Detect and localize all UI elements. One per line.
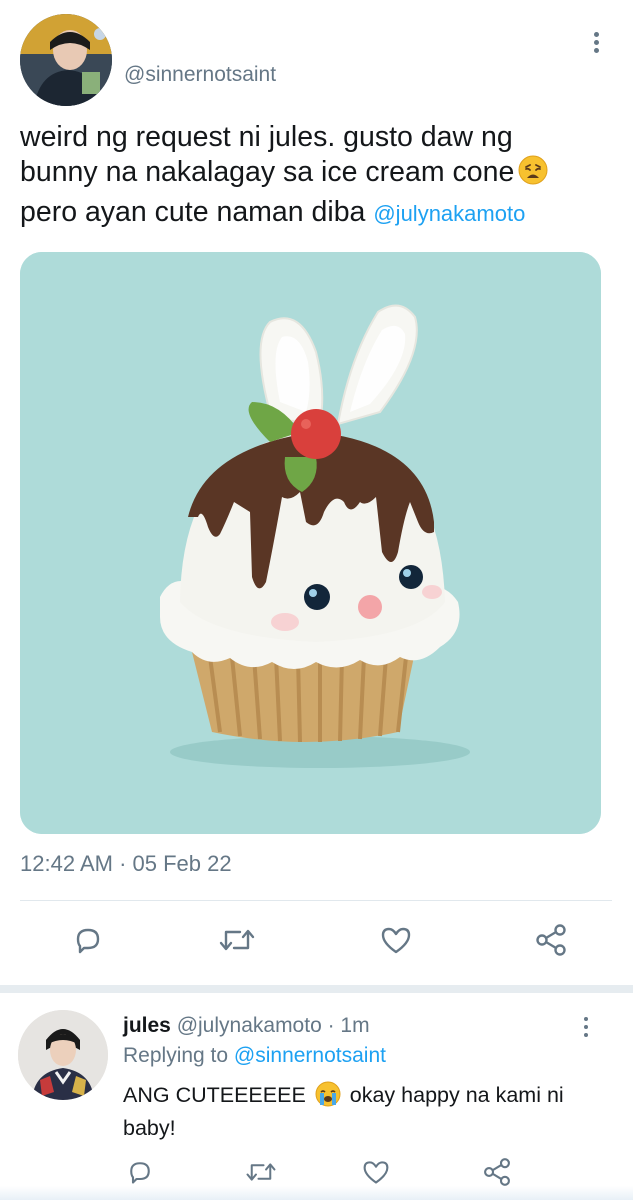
like-icon: [363, 1161, 389, 1184]
tweet-text-line-2-text: bunny na nakalagay sa ice cream cone: [20, 156, 515, 189]
retweet-icon: [219, 929, 255, 951]
reply-header: jules @julynakamoto · 1m: [123, 1014, 370, 1038]
reply-retweet-button[interactable]: [243, 1154, 279, 1190]
reply-author-name[interactable]: jules: [123, 1014, 171, 1037]
like-icon: [381, 927, 411, 954]
tweet-text: weird ng request ni jules. gusto daw ng …: [20, 120, 620, 230]
weary-face-emoji: [518, 155, 548, 194]
tweet-actions: [0, 918, 633, 966]
tweet-timestamp: 12:42 AM · 05 Feb 22: [20, 851, 232, 876]
reply-author-avatar[interactable]: [18, 1010, 108, 1100]
reply-text-part-1: ANG CUTEEEEEE: [123, 1083, 306, 1107]
reply-tweet[interactable]: jules @julynakamoto · 1m Replying to @si…: [0, 993, 633, 1200]
reply-time: · 1m: [327, 1014, 370, 1037]
reply-like-button[interactable]: [358, 1154, 394, 1190]
author-handle[interactable]: @sinnernotsaint: [124, 63, 276, 87]
retweet-button[interactable]: [215, 918, 259, 962]
author-avatar[interactable]: [20, 14, 112, 106]
replying-to-mention[interactable]: @sinnernotsaint: [234, 1044, 386, 1067]
share-icon: [536, 924, 566, 956]
divider: [20, 900, 612, 901]
replying-to: Replying to @sinnernotsaint: [123, 1044, 386, 1068]
tweet-text-line-3-text: pero ayan cute naman diba: [20, 195, 366, 228]
share-button[interactable]: [529, 918, 573, 962]
reply-button[interactable]: [66, 918, 110, 962]
crying-face-emoji: [315, 1081, 341, 1115]
tweet-text-line-1: weird ng request ni jules. gusto daw ng: [20, 121, 513, 153]
share-icon: [484, 1158, 510, 1186]
section-separator: [0, 985, 633, 993]
reply-author-handle[interactable]: @julynakamoto: [177, 1014, 322, 1037]
more-options-icon[interactable]: [586, 32, 606, 56]
retweet-icon: [246, 1163, 276, 1181]
like-button[interactable]: [374, 918, 418, 962]
reply-more-options-icon[interactable]: [578, 1017, 594, 1041]
bottom-fade: [0, 1186, 633, 1200]
tweet-text-line-3: pero ayan cute naman diba @julynakamoto: [20, 195, 620, 230]
reply-text: ANG CUTEEEEEE okay happy na kami ni baby…: [123, 1081, 603, 1143]
mention-link[interactable]: @julynakamoto: [373, 201, 525, 226]
reply-share-button[interactable]: [479, 1154, 515, 1190]
reply-icon: [130, 1162, 150, 1184]
reply-icon: [76, 928, 100, 954]
replying-to-label: Replying to: [123, 1044, 229, 1067]
reply-reply-button[interactable]: [122, 1154, 158, 1190]
tweet-media-image[interactable]: [20, 252, 601, 834]
tweet-text-line-2: bunny na nakalagay sa ice cream cone: [20, 155, 620, 194]
main-tweet: @sinnernotsaint weird ng request ni jule…: [0, 0, 633, 985]
